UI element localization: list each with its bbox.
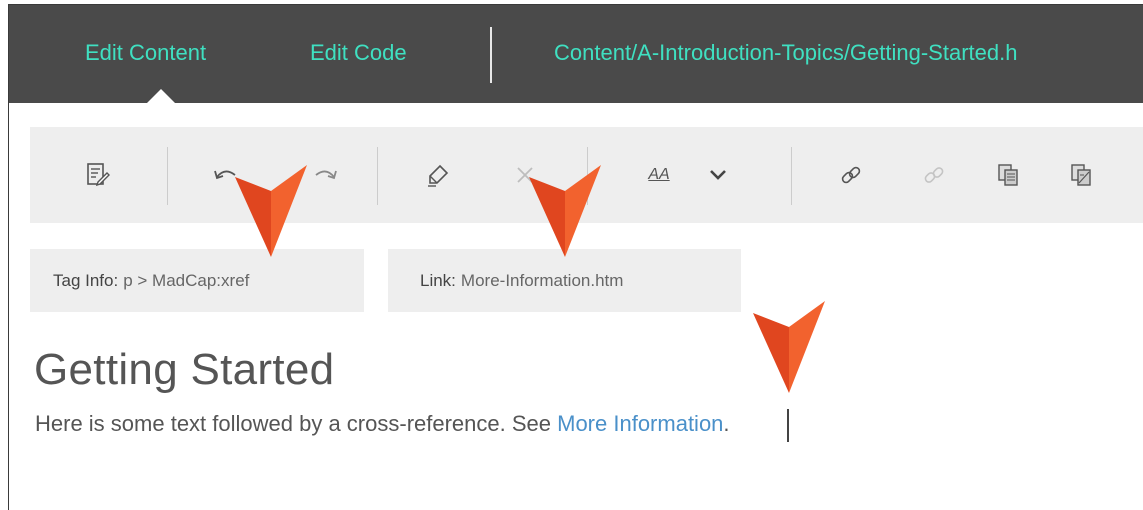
- toolbar-separator: [167, 147, 168, 205]
- tab-edit-content[interactable]: Edit Content: [85, 40, 206, 66]
- editor-top-bar: Edit Content Edit Code Content/A-Introdu…: [9, 5, 1143, 104]
- content-paragraph[interactable]: Here is some text followed by a cross-re…: [35, 411, 730, 437]
- annotation-arrow-icon: [529, 165, 601, 257]
- text-cursor: [787, 409, 789, 442]
- redo-icon[interactable]: [309, 159, 341, 191]
- unlink-icon[interactable]: [918, 159, 950, 191]
- paragraph-text: Here is some text followed by a cross-re…: [35, 411, 558, 436]
- text-size-icon[interactable]: AA: [639, 159, 679, 191]
- chevron-down-icon[interactable]: [702, 159, 734, 191]
- page-title: Getting Started: [34, 345, 335, 394]
- copy-icon[interactable]: [992, 159, 1024, 191]
- tab-edit-code[interactable]: Edit Code: [310, 40, 407, 66]
- toolbar-separator: [791, 147, 792, 205]
- topbar-divider: [490, 27, 492, 83]
- link-icon[interactable]: [835, 159, 867, 191]
- toolbar-separator: [377, 147, 378, 205]
- edit-document-icon[interactable]: [82, 159, 114, 191]
- active-tab-indicator: [146, 89, 176, 104]
- link-info-label: Link:: [420, 270, 456, 290]
- paste-icon[interactable]: [1065, 159, 1097, 191]
- cross-reference-link[interactable]: More Information: [557, 411, 723, 436]
- link-info-value: More-Information.htm: [460, 270, 624, 290]
- tag-info-value: p > MadCap:xref: [123, 270, 250, 290]
- link-info-chip: Link: More-Information.htm: [388, 249, 741, 312]
- eraser-icon[interactable]: [422, 159, 454, 191]
- tag-info-label: Tag Info:: [53, 270, 119, 290]
- paragraph-trailing: .: [723, 411, 730, 436]
- editor-frame: Edit Content Edit Code Content/A-Introdu…: [8, 4, 1143, 510]
- annotation-arrow-icon: [753, 301, 825, 393]
- tag-info-chip: Tag Info: p > MadCap:xref: [30, 249, 364, 312]
- annotation-arrow-icon: [235, 165, 307, 257]
- file-path: Content/A-Introduction-Topics/Getting-St…: [554, 40, 1018, 65]
